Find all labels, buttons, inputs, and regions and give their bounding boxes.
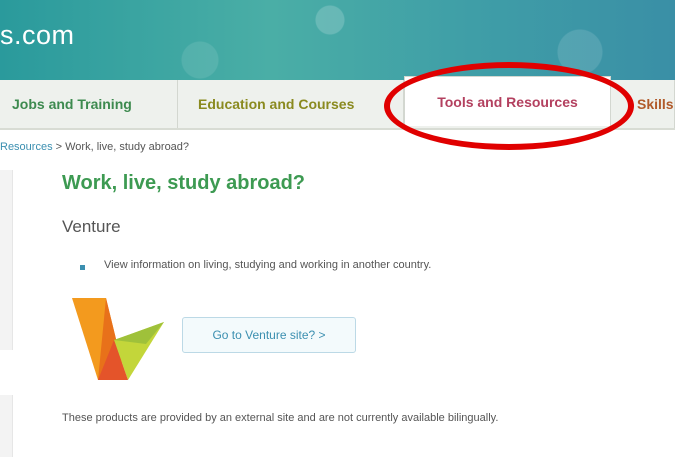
site-header: s.com: [0, 0, 675, 80]
disclaimer-text: These products are provided by an extern…: [62, 412, 499, 424]
left-sidebar-edge: [0, 170, 13, 350]
tab-skills[interactable]: Skills: [611, 80, 675, 128]
venture-logo-icon[interactable]: [68, 292, 168, 382]
breadcrumb-current: Work, live, study abroad?: [65, 141, 190, 153]
main-nav-tabs: Jobs and Training Education and Courses …: [0, 76, 675, 130]
go-to-venture-button[interactable]: Go to Venture site? >: [182, 317, 356, 353]
breadcrumb-separator: >: [52, 141, 66, 153]
bullet-icon: [80, 265, 85, 270]
page-title: Work, live, study abroad?: [62, 172, 306, 194]
tab-tools-and-resources[interactable]: Tools and Resources: [404, 76, 611, 126]
left-sidebar-edge-lower: [0, 395, 13, 457]
bullet-text: View information on living, studying and…: [104, 259, 432, 271]
section-heading-venture: Venture: [62, 217, 121, 236]
breadcrumb-link-resources[interactable]: Resources: [0, 141, 53, 153]
tab-education-and-courses[interactable]: Education and Courses: [178, 80, 404, 128]
site-logo-text[interactable]: s.com: [0, 20, 75, 51]
tab-jobs-and-training[interactable]: Jobs and Training: [0, 80, 178, 128]
breadcrumb: Resources > Work, live, study abroad?: [0, 141, 189, 153]
